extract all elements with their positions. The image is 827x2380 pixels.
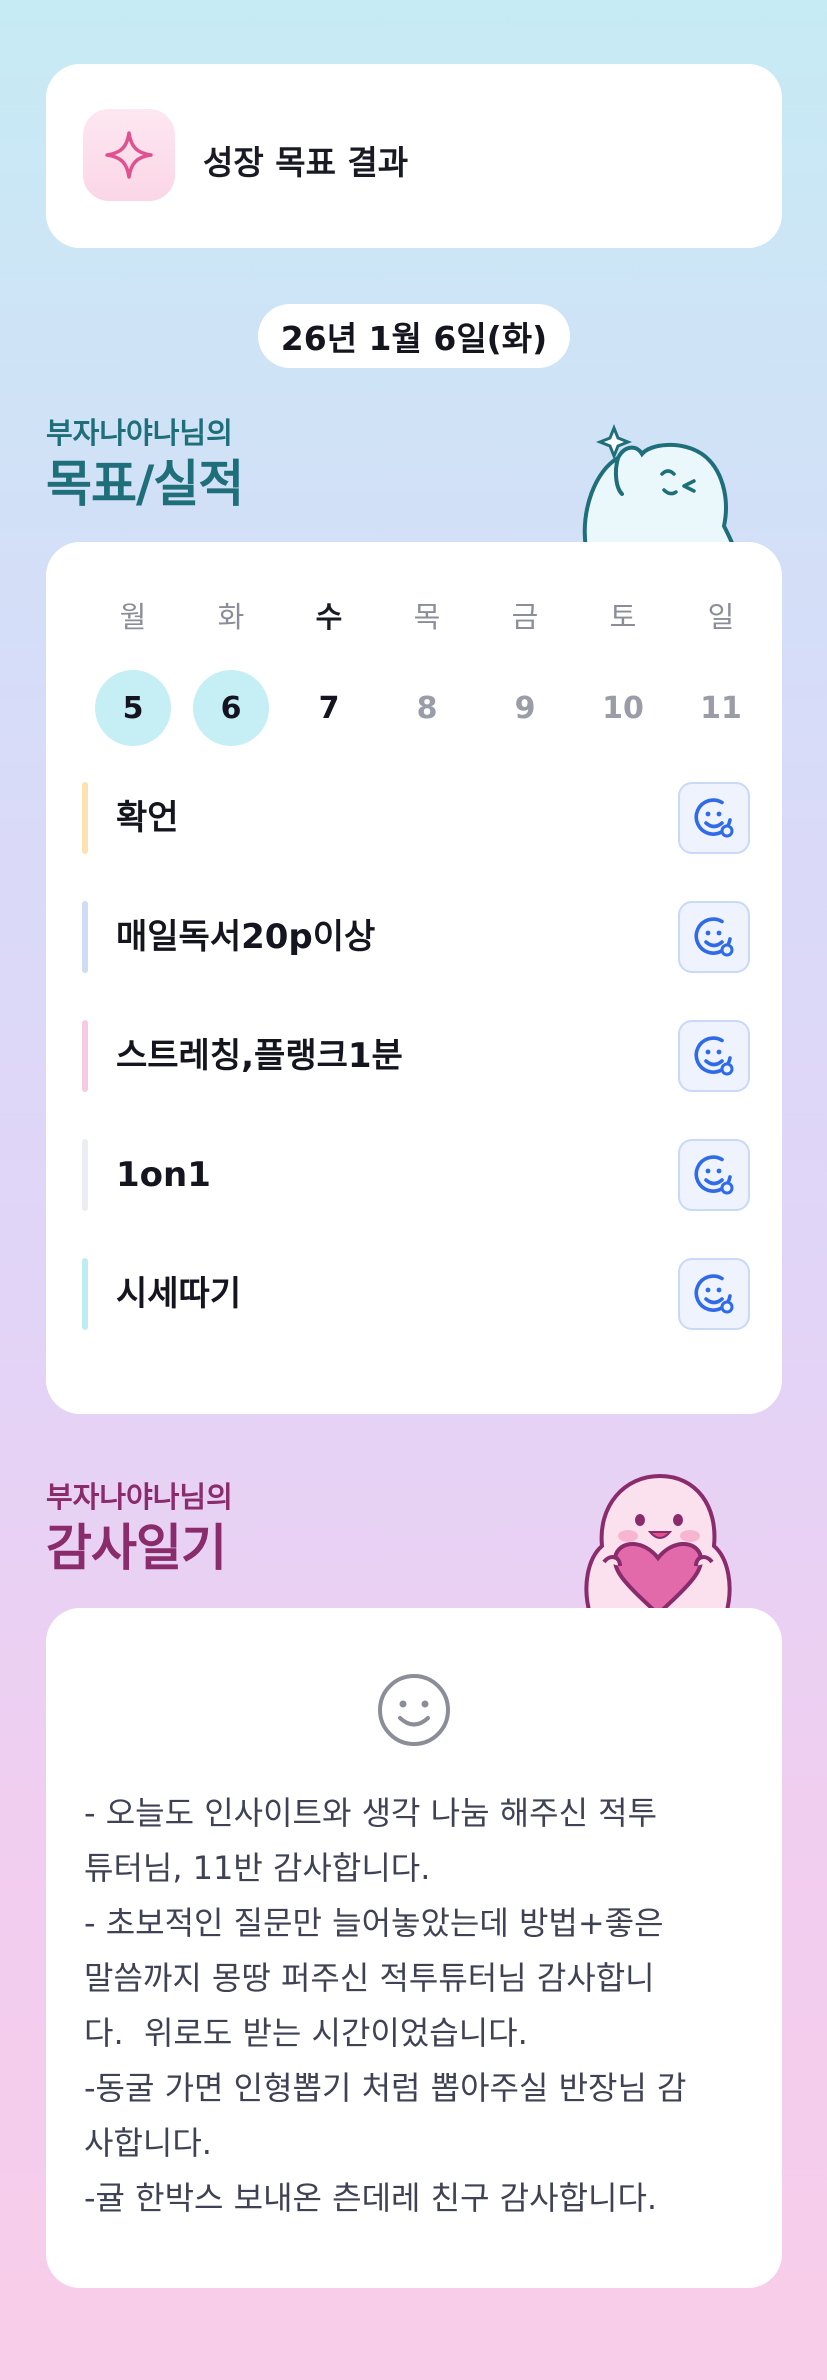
calendar-day-number: 8 <box>416 690 438 726</box>
goal-feedback-button[interactable] <box>678 782 750 854</box>
goal-color-bar <box>82 1258 88 1330</box>
smile-face-icon <box>376 1672 452 1752</box>
goal-feedback-button[interactable] <box>678 1020 750 1092</box>
goal-list: 확언매일독서20p이상스트레칭,플랭크1분 1on1 시세따기 <box>82 782 750 1377</box>
calendar-day-number: 5 <box>95 670 171 746</box>
sparkle-icon <box>83 109 175 201</box>
page-title: 성장 목표 결과 <box>203 143 409 182</box>
mascot-heart-illustration <box>584 1473 732 1614</box>
goals-section-title: 목표/실적 <box>46 455 244 513</box>
gratitude-section-title: 감사일기 <box>46 1519 227 1577</box>
goal-row: 스트레칭,플랭크1분 <box>82 1020 750 1092</box>
smile-face-icon <box>694 1036 734 1076</box>
goal-color-bar <box>82 1020 88 1092</box>
goal-row: 1on1 <box>82 1139 750 1211</box>
mascot-waving-illustration <box>582 423 737 548</box>
smile-face-icon <box>694 1274 734 1314</box>
goal-row: 확언 <box>82 782 750 854</box>
week-calendar: 월 화 수 목 금 토 일 5 6 7 8 9 10 11 <box>84 594 770 746</box>
goal-feedback-button[interactable] <box>678 1258 750 1330</box>
goal-label: 시세따기 <box>116 1274 242 1314</box>
weekday-label: 금 <box>511 600 539 634</box>
diary-card: - 오늘도 인사이트와 생각 나눔 해주신 적투 튜터님, 11반 감사합니다.… <box>46 1608 782 2288</box>
goal-label: 매일독서20p이상 <box>116 917 376 957</box>
goal-feedback-button[interactable] <box>678 901 750 973</box>
calendar-day[interactable]: 7 <box>280 670 378 746</box>
goal-color-bar <box>82 1139 88 1211</box>
smile-face-icon <box>694 917 734 957</box>
calendar-day[interactable]: 9 <box>476 670 574 746</box>
weekday-label: 일 <box>707 600 735 634</box>
goal-color-bar <box>82 782 88 854</box>
calendar-day-number: 7 <box>318 690 340 726</box>
goal-feedback-button[interactable] <box>678 1139 750 1211</box>
calendar-day-number: 6 <box>193 670 269 746</box>
calendar-day-number: 11 <box>700 690 742 726</box>
calendar-day-number: 10 <box>602 690 644 726</box>
weekday-label: 수 <box>315 600 343 634</box>
goal-label: 1on1 <box>116 1155 211 1195</box>
smile-face-icon <box>694 1155 734 1195</box>
calendar-day[interactable]: 5 <box>84 670 182 746</box>
weekday-label: 화 <box>217 600 245 634</box>
goal-row: 매일독서20p이상 <box>82 901 750 973</box>
date-selector[interactable]: 26년 1월 6일(화) <box>258 304 570 368</box>
goal-row: 시세따기 <box>82 1258 750 1330</box>
diary-text: - 오늘도 인사이트와 생각 나눔 해주신 적투 튜터님, 11반 감사합니다.… <box>84 1794 687 2217</box>
weekday-label: 토 <box>609 600 637 634</box>
goal-color-bar <box>82 901 88 973</box>
goal-label: 스트레칭,플랭크1분 <box>116 1036 403 1076</box>
calendar-day-number: 9 <box>514 690 536 726</box>
goal-label: 확언 <box>116 798 179 838</box>
weekday-label: 목 <box>413 600 441 634</box>
goals-card: 월 화 수 목 금 토 일 5 6 7 8 9 10 11 확언매일독서20p이… <box>46 542 782 1414</box>
calendar-day[interactable]: 11 <box>672 670 770 746</box>
smile-face-icon <box>694 798 734 838</box>
calendar-day[interactable]: 6 <box>182 670 280 746</box>
header-card: 성장 목표 결과 <box>46 64 782 248</box>
calendar-day[interactable]: 10 <box>574 670 672 746</box>
calendar-day[interactable]: 8 <box>378 670 476 746</box>
weekday-label: 월 <box>119 600 147 634</box>
